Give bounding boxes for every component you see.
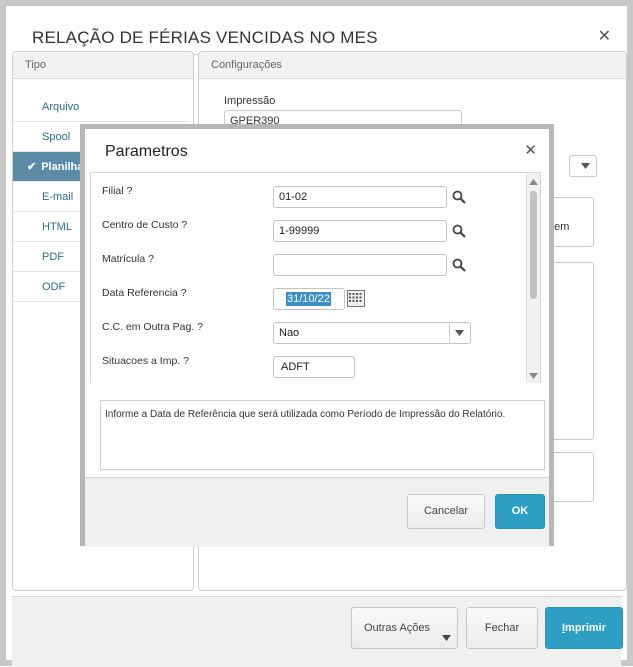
- search-icon[interactable]: [452, 190, 466, 204]
- tipo-item-label: HTML: [42, 221, 72, 233]
- chevron-down-icon: [581, 163, 590, 169]
- close-dialog-icon[interactable]: ✕: [524, 141, 537, 159]
- tipo-item-label: Spool: [42, 131, 71, 143]
- outras-acoes-label: Outras Ações: [364, 622, 431, 634]
- partial-text: gem: [548, 221, 570, 233]
- imprimir-label: mprimir: [565, 622, 607, 634]
- param-label-situacoes: Situacoes a Imp. ?: [102, 355, 189, 367]
- partial-text: o: [548, 206, 593, 220]
- fechar-button[interactable]: Fechar: [466, 607, 538, 649]
- cc-outra-pag-value: Nao: [279, 327, 300, 339]
- calendar-icon[interactable]: [347, 290, 365, 307]
- imprimir-button[interactable]: Imprimir: [545, 607, 623, 649]
- search-icon[interactable]: [452, 258, 466, 272]
- dialog-title: Parametros: [105, 143, 188, 160]
- scroll-up-icon[interactable]: [529, 179, 538, 185]
- matricula-input[interactable]: [273, 254, 447, 276]
- config-dropdown[interactable]: [569, 155, 597, 177]
- cancelar-button[interactable]: Cancelar: [407, 494, 485, 529]
- params-scrollbar[interactable]: [526, 173, 540, 383]
- tipo-panel-header: Tipo: [13, 52, 193, 79]
- tipo-item-label: E-mail: [42, 191, 74, 203]
- tipo-item-label: PDF: [42, 251, 64, 263]
- chevron-down-icon: [442, 635, 451, 641]
- tipo-item-label: Arquivo: [42, 101, 80, 113]
- window-title: RELAÇÃO DE FÉRIAS VENCIDAS NO MES: [32, 28, 378, 47]
- data-referencia-value: 31/10/22: [286, 292, 331, 306]
- close-window-icon[interactable]: ✕: [598, 26, 611, 46]
- ok-button[interactable]: OK: [495, 494, 545, 529]
- check-icon: ✔: [27, 161, 37, 173]
- outras-acoes-button[interactable]: Outras Ações: [351, 607, 458, 649]
- scroll-thumb[interactable]: [530, 191, 537, 299]
- param-label-data-referencia: Data Referencia ?: [102, 287, 187, 299]
- params-scroll-area[interactable]: Filial ? 01-02 Centro de Custo ? 1-99999…: [90, 172, 541, 383]
- param-label-centro-custo: Centro de Custo ?: [102, 219, 188, 231]
- tipo-item-label: Planilha: [41, 161, 84, 173]
- tipo-item-label: ODF: [42, 281, 66, 293]
- param-label-cc-outra-pag: C.C. em Outra Pag. ?: [102, 321, 203, 333]
- dialog-footer: Cancelar OK: [85, 477, 549, 547]
- chevron-down-icon: [455, 330, 464, 336]
- help-text-box: Informe a Data de Referência que será ut…: [100, 400, 545, 470]
- param-label-matricula: Matrícula ?: [102, 253, 154, 265]
- centro-custo-input[interactable]: 1-99999: [273, 220, 447, 242]
- situacoes-input[interactable]: ADFT: [273, 356, 355, 378]
- param-label-filial: Filial ?: [102, 185, 133, 197]
- filial-input[interactable]: 01-02: [273, 186, 447, 208]
- search-icon[interactable]: [452, 224, 466, 238]
- impressao-label: Impressão: [224, 95, 276, 107]
- tipo-item-arquivo[interactable]: Arquivo: [13, 92, 189, 122]
- parametros-dialog: Parametros ✕ Filial ? 01-02 Centro de Cu…: [80, 124, 554, 547]
- scroll-down-icon[interactable]: [529, 373, 538, 379]
- config-panel-header: Configurações: [199, 52, 626, 79]
- select-toggle[interactable]: [449, 323, 470, 343]
- cc-outra-pag-select[interactable]: Nao: [273, 322, 471, 344]
- data-referencia-input[interactable]: 31/10/22: [273, 288, 345, 310]
